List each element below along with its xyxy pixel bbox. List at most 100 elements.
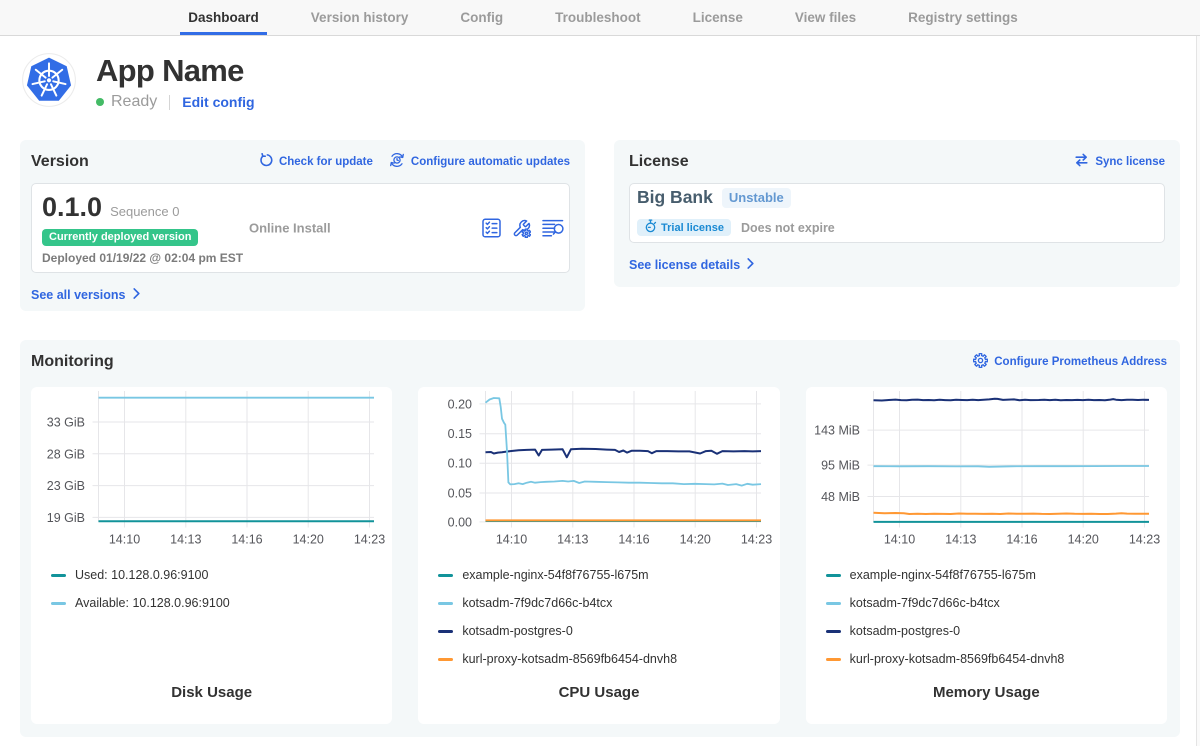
- chart-card-memory-usage: 14:1014:1314:1614:2014:2348 MiB95 MiB143…: [806, 387, 1167, 724]
- version-card: Version Check for update Configure autom…: [20, 140, 585, 311]
- chart-card-cpu-usage: 14:1014:1314:1614:2014:230.000.050.100.1…: [418, 387, 779, 724]
- legend-item: kotsadm-7f9dc7d66c-b4tcx: [438, 594, 779, 612]
- legend-dash-icon: [826, 658, 841, 661]
- chart-legend: example-nginx-54f8f76755-l675m kotsadm-7f…: [826, 566, 1167, 668]
- status-label: Ready: [111, 93, 157, 111]
- svg-text:14:20: 14:20: [293, 533, 324, 547]
- sync-license-button[interactable]: Sync license: [1074, 153, 1165, 170]
- svg-text:48 MiB: 48 MiB: [821, 490, 860, 504]
- svg-text:33 GiB: 33 GiB: [47, 415, 85, 429]
- svg-text:0.00: 0.00: [448, 515, 472, 529]
- legend-item: kotsadm-7f9dc7d66c-b4tcx: [826, 594, 1167, 612]
- svg-text:14:23: 14:23: [354, 533, 385, 547]
- chart-title: Disk Usage: [31, 684, 392, 701]
- install-type-label: Online Install: [249, 221, 331, 236]
- license-inner-box: Big Bank Unstable Trial license Does not…: [629, 183, 1165, 243]
- svg-text:95 MiB: 95 MiB: [821, 459, 860, 473]
- tab-license[interactable]: License: [685, 0, 751, 35]
- legend-dash-icon: [51, 574, 66, 577]
- svg-text:0.05: 0.05: [448, 486, 472, 500]
- version-action-icons: [482, 218, 564, 238]
- legend-item: Available: 10.128.0.96:9100: [51, 594, 392, 612]
- svg-text:14:16: 14:16: [619, 533, 650, 547]
- tab-version-history[interactable]: Version history: [303, 0, 417, 35]
- legend-label: kotsadm-postgres-0: [462, 624, 572, 638]
- scrollbar-track[interactable]: [1196, 36, 1200, 746]
- svg-text:14:13: 14:13: [170, 533, 201, 547]
- tab-dashboard[interactable]: Dashboard: [180, 0, 267, 35]
- app-status-row: Ready Edit config: [96, 93, 255, 111]
- svg-text:14:16: 14:16: [1006, 533, 1037, 547]
- trial-license-badge: Trial license: [637, 219, 731, 236]
- svg-text:14:10: 14:10: [109, 533, 140, 547]
- deployed-version-badge: Currently deployed version: [42, 229, 198, 246]
- svg-text:14:23: 14:23: [741, 533, 772, 547]
- tab-registry-settings[interactable]: Registry settings: [900, 0, 1026, 35]
- version-card-head: Version Check for update Configure autom…: [31, 152, 570, 171]
- svg-text:14:13: 14:13: [557, 533, 588, 547]
- chart-title: CPU Usage: [418, 684, 779, 701]
- svg-text:0.15: 0.15: [448, 427, 472, 441]
- configure-automatic-updates-button[interactable]: Configure automatic updates: [389, 152, 570, 171]
- nav-tabs: Dashboard Version history Config Troublesho…: [180, 0, 1025, 35]
- legend-label: kurl-proxy-kotsadm-8569fb6454-dnvh8: [850, 652, 1065, 666]
- tab-troubleshoot[interactable]: Troubleshoot: [547, 0, 649, 35]
- gear-icon: [973, 353, 988, 371]
- cards-row: Version Check for update Configure autom…: [20, 140, 1180, 311]
- configure-prometheus-button[interactable]: Configure Prometheus Address: [973, 353, 1167, 371]
- sync-arrows-icon: [1074, 153, 1089, 170]
- legend-label: kurl-proxy-kotsadm-8569fb6454-dnvh8: [462, 652, 677, 666]
- version-number: 0.1.0: [42, 192, 102, 222]
- chart-plot-disk-usage: 14:1014:1314:1614:2014:2319 GiB23 GiB28 …: [31, 387, 392, 552]
- svg-text:14:23: 14:23: [1129, 533, 1160, 547]
- svg-text:14:20: 14:20: [1067, 533, 1098, 547]
- kubernetes-logo-icon: [22, 53, 76, 107]
- legend-label: Available: 10.128.0.96:9100: [75, 596, 230, 610]
- legend-label: example-nginx-54f8f76755-l675m: [462, 568, 648, 582]
- page-title: App Name: [96, 54, 255, 88]
- legend-label: kotsadm-7f9dc7d66c-b4tcx: [850, 596, 1000, 610]
- monitoring-title: Monitoring: [31, 353, 114, 371]
- charts-row: 14:1014:1314:1614:2014:2319 GiB23 GiB28 …: [31, 387, 1167, 724]
- legend-dash-icon: [438, 574, 453, 577]
- auto-update-clock-icon: [389, 152, 405, 171]
- legend-item: example-nginx-54f8f76755-l675m: [826, 566, 1167, 584]
- legend-label: Used: 10.128.0.96:9100: [75, 568, 208, 582]
- chart-title: Memory Usage: [806, 684, 1167, 701]
- view-logs-icon[interactable]: [542, 219, 564, 238]
- edit-config-wrench-icon[interactable]: [512, 219, 531, 238]
- deployed-timestamp: Deployed 01/19/22 @ 02:04 pm EST: [42, 251, 559, 265]
- svg-text:19 GiB: 19 GiB: [47, 511, 85, 525]
- edit-config-link[interactable]: Edit config: [182, 94, 254, 110]
- svg-text:0.10: 0.10: [448, 457, 472, 471]
- legend-dash-icon: [51, 602, 66, 605]
- svg-text:14:10: 14:10: [884, 533, 915, 547]
- license-card: License Sync license Big Bank Unstable: [614, 140, 1180, 287]
- legend-dash-icon: [438, 602, 453, 605]
- legend-dash-icon: [826, 630, 841, 633]
- legend-dash-icon: [438, 630, 453, 633]
- monitoring-section: Monitoring Configure Prometheus Address …: [20, 340, 1180, 737]
- version-inner-box: 0.1.0 Sequence 0 Currently deployed vers…: [31, 183, 570, 273]
- preflight-checklist-icon[interactable]: [482, 218, 501, 238]
- license-type-row: Trial license Does not expire: [637, 219, 1157, 236]
- license-name-row: Big Bank Unstable: [637, 187, 1157, 208]
- chart-plot-memory-usage: 14:1014:1314:1614:2014:2348 MiB95 MiB143…: [806, 387, 1167, 552]
- legend-item: kotsadm-postgres-0: [438, 622, 779, 640]
- legend-label: kotsadm-7f9dc7d66c-b4tcx: [462, 596, 612, 610]
- see-license-details-link[interactable]: See license details: [629, 258, 1165, 272]
- refresh-icon: [258, 153, 273, 171]
- license-card-head: License Sync license: [629, 152, 1165, 171]
- expiry-text: Does not expire: [741, 221, 835, 235]
- check-for-update-button[interactable]: Check for update: [258, 153, 373, 171]
- legend-label: kotsadm-postgres-0: [850, 624, 960, 638]
- channel-badge: Unstable: [722, 188, 791, 208]
- sequence-label: Sequence 0: [110, 204, 179, 219]
- svg-text:23 GiB: 23 GiB: [47, 479, 85, 493]
- legend-label: example-nginx-54f8f76755-l675m: [850, 568, 1036, 582]
- see-all-versions-link[interactable]: See all versions: [31, 288, 570, 302]
- ready-status-dot: [96, 98, 104, 106]
- license-card-title: License: [629, 153, 689, 171]
- tab-view-files[interactable]: View files: [787, 0, 864, 35]
- tab-config[interactable]: Config: [452, 0, 511, 35]
